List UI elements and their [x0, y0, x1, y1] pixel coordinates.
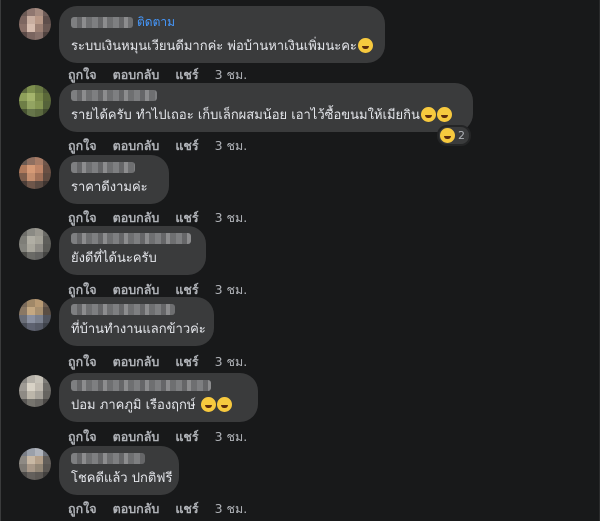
like-button[interactable]: ถูกใจ [68, 67, 97, 82]
avatar[interactable] [19, 228, 51, 260]
reaction-count: 2 [458, 129, 465, 142]
commenter-name[interactable] [71, 380, 211, 391]
share-button[interactable]: แชร์ [175, 282, 198, 297]
reply-button[interactable]: ตอบกลับ [113, 501, 160, 516]
commenter-name[interactable] [71, 17, 133, 28]
reply-button[interactable]: ตอบกลับ [113, 210, 160, 225]
comment-bubble: โชคดีแล้ว ปกติฟรี [59, 446, 179, 495]
comment-actions: ถูกใจ ตอบกลับ แชร์ 3 ชม. [68, 208, 263, 228]
follow-link[interactable]: ติดตาม [137, 13, 175, 32]
comment-actions: ถูกใจ ตอบกลับ แชร์ 3 ชม. [68, 136, 263, 156]
rofl-emoji-icon [216, 397, 232, 412]
rofl-emoji-icon [200, 397, 216, 412]
avatar[interactable] [19, 448, 51, 480]
comment-timestamp[interactable]: 3 ชม. [215, 501, 248, 516]
comment-actions: ถูกใจ ตอบกลับ แชร์ 3 ชม. [68, 352, 263, 372]
grinning-emoji-icon [436, 107, 452, 122]
comment-timestamp[interactable]: 3 ชม. [215, 138, 248, 153]
comment-bubble: ยังดีที่ได้นะครับ [59, 226, 206, 275]
commenter-name[interactable] [71, 90, 157, 101]
comment-timestamp[interactable]: 3 ชม. [215, 354, 248, 369]
comment-bubble: ที่บ้านทำงานแลกข้าวค่ะ [59, 297, 214, 346]
comment-thread: ติดตาม ระบบเงินหมุนเวียนดีมากค่ะ พ่อบ้าน… [0, 0, 600, 521]
reply-button[interactable]: ตอบกลับ [113, 67, 160, 82]
comment-timestamp[interactable]: 3 ชม. [215, 210, 248, 225]
like-button[interactable]: ถูกใจ [68, 138, 97, 153]
avatar[interactable] [19, 85, 51, 117]
haha-reaction-icon [440, 128, 455, 143]
grinning-emoji-icon [420, 107, 436, 122]
share-button[interactable]: แชร์ [175, 210, 198, 225]
avatar[interactable] [19, 8, 51, 40]
like-button[interactable]: ถูกใจ [68, 210, 97, 225]
reply-button[interactable]: ตอบกลับ [113, 354, 160, 369]
like-button[interactable]: ถูกใจ [68, 282, 97, 297]
comment-timestamp[interactable]: 3 ชม. [215, 282, 248, 297]
comment-actions: ถูกใจ ตอบกลับ แชร์ 3 ชม. [68, 65, 263, 85]
share-button[interactable]: แชร์ [175, 67, 198, 82]
comment-timestamp[interactable]: 3 ชม. [215, 429, 248, 444]
reply-button[interactable]: ตอบกลับ [113, 429, 160, 444]
comment-text: ยังดีที่ได้นะครับ [71, 251, 157, 266]
comment-bubble: ราคาดีงามค่ะ [59, 155, 169, 204]
comment-bubble: รายได้ครับ ทำไปเถอะ เก็บเล็กผสมน้อย เอาไ… [59, 83, 473, 132]
comment-bubble: ติดตาม ระบบเงินหมุนเวียนดีมากค่ะ พ่อบ้าน… [59, 6, 385, 63]
comment-text: รายได้ครับ ทำไปเถอะ เก็บเล็กผสมน้อย เอาไ… [71, 107, 461, 124]
like-button[interactable]: ถูกใจ [68, 354, 97, 369]
share-button[interactable]: แชร์ [175, 429, 198, 444]
comment-actions: ถูกใจ ตอบกลับ แชร์ 3 ชม. [68, 427, 263, 447]
comment-text: ระบบเงินหมุนเวียนดีมากค่ะ พ่อบ้านหาเงินเ… [71, 38, 373, 55]
comment-text: ราคาดีงามค่ะ [71, 180, 148, 195]
reaction-summary[interactable]: 2 [437, 125, 471, 146]
commenter-name[interactable] [71, 304, 175, 315]
comment-actions: ถูกใจ ตอบกลับ แชร์ 3 ชม. [68, 499, 263, 519]
commenter-name[interactable] [71, 233, 191, 244]
comment-text: ที่บ้านทำงานแลกข้าวค่ะ [71, 322, 206, 337]
share-button[interactable]: แชร์ [175, 354, 198, 369]
like-button[interactable]: ถูกใจ [68, 429, 97, 444]
commenter-name[interactable] [71, 162, 135, 173]
commenter-name[interactable] [71, 453, 145, 464]
reply-button[interactable]: ตอบกลับ [113, 282, 160, 297]
avatar[interactable] [19, 375, 51, 407]
comment-text: ปอม ภาคภูมิ เรืองฤกษ์ [71, 397, 246, 414]
comment-text: โชคดีแล้ว ปกติฟรี [71, 471, 173, 486]
share-button[interactable]: แชร์ [175, 501, 198, 516]
avatar[interactable] [19, 299, 51, 331]
share-button[interactable]: แชร์ [175, 138, 198, 153]
comment-bubble: ปอม ภาคภูมิ เรืองฤกษ์ [59, 373, 258, 422]
like-button[interactable]: ถูกใจ [68, 501, 97, 516]
avatar[interactable] [19, 157, 51, 189]
reply-button[interactable]: ตอบกลับ [113, 138, 160, 153]
laughing-emoji-icon [357, 38, 373, 53]
comment-timestamp[interactable]: 3 ชม. [215, 67, 248, 82]
